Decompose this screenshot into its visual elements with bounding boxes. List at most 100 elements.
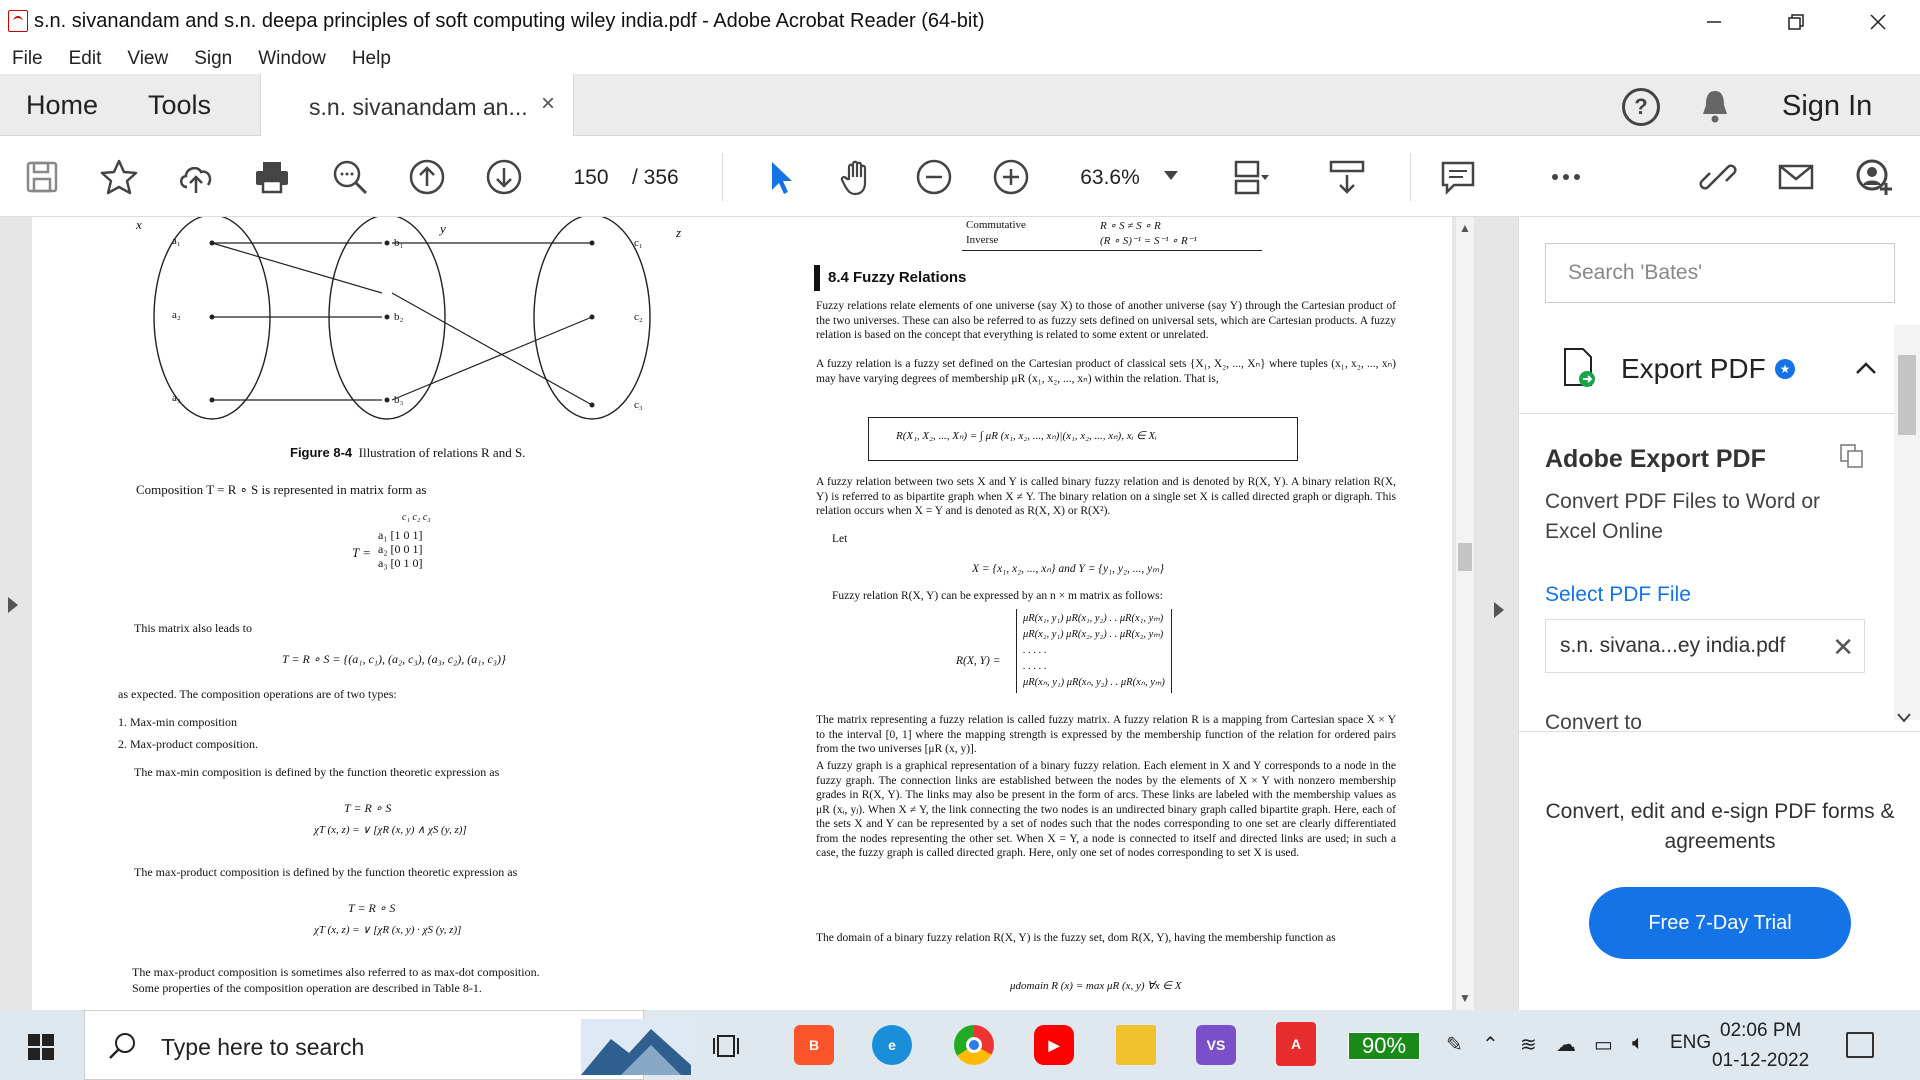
save-button[interactable] — [20, 155, 64, 199]
integral-equation: R(X₁, X₂, ..., Xₙ) = ∫ μR (x₁, x₂, ..., … — [896, 430, 1157, 442]
scroll-mode-button[interactable] — [1325, 155, 1369, 199]
collapse-left-panel-icon[interactable] — [8, 597, 18, 613]
upload-cloud-button[interactable] — [174, 155, 218, 199]
tab-tools[interactable]: Tools — [148, 90, 211, 121]
zoom-out-button[interactable] — [912, 155, 956, 199]
clock-time[interactable]: 02:06 PM — [1720, 1020, 1801, 1042]
scroll-down-icon[interactable]: ▼ — [1459, 991, 1471, 1005]
wifi-icon[interactable]: ≋ — [1520, 1032, 1537, 1057]
bell-icon[interactable] — [1698, 88, 1732, 124]
close-window-button[interactable] — [1844, 0, 1912, 44]
menu-help[interactable]: Help — [352, 48, 391, 70]
remove-file-icon[interactable]: ✕ — [1832, 632, 1854, 663]
menu-view[interactable]: View — [127, 48, 168, 70]
matrix-row: a₁ [1 0 1] — [378, 528, 423, 542]
panel-scrollbar-thumb[interactable] — [1898, 355, 1916, 435]
list-item: 2. Max-product composition. — [118, 737, 258, 751]
close-tab-button[interactable]: × — [541, 90, 555, 118]
onedrive-cloud-icon[interactable]: ☁ — [1556, 1032, 1576, 1057]
taskbar-search-box[interactable]: Type here to search — [84, 1010, 691, 1080]
hand-tool-button[interactable] — [835, 155, 879, 199]
file-explorer-icon[interactable] — [1116, 1025, 1156, 1065]
more-tools-button[interactable] — [1544, 155, 1588, 199]
menu-file[interactable]: File — [12, 48, 43, 70]
edge-browser-icon[interactable]: e — [872, 1025, 912, 1065]
brave-browser-icon[interactable]: B — [794, 1025, 834, 1065]
minimize-button[interactable] — [1680, 0, 1748, 44]
notifications-icon[interactable] — [1846, 1032, 1874, 1058]
maxdot-text-2: Some properties of the composition opera… — [132, 981, 482, 995]
zoom-level-select[interactable]: 63.6% — [1070, 163, 1150, 193]
search-input[interactable]: Search 'Bates' — [1545, 243, 1895, 303]
node-label-b2: b₂ — [394, 311, 404, 323]
zoom-in-button[interactable] — [989, 155, 1033, 199]
fuzzy-matrix: μR(x₁, y₁) μR(x₁, y₂) . . μR(x₁, yₘ) μR(… — [1016, 609, 1172, 693]
node-label-c1: c₁ — [634, 237, 643, 249]
windows-start-button[interactable] — [28, 1034, 54, 1060]
clock-date[interactable]: 01-12-2022 — [1712, 1050, 1809, 1072]
next-page-button[interactable] — [482, 155, 526, 199]
page-number-input[interactable]: 150 — [562, 163, 620, 193]
display-icon[interactable]: ▭ — [1594, 1032, 1613, 1057]
restore-button[interactable] — [1762, 0, 1830, 44]
select-pdf-file-link[interactable]: Select PDF File — [1545, 583, 1691, 607]
chevron-down-icon[interactable] — [1897, 713, 1911, 723]
menu-edit[interactable]: Edit — [69, 48, 102, 70]
chrome-browser-icon[interactable] — [954, 1025, 994, 1065]
arrow-down-circle-icon — [486, 159, 522, 195]
paragraph: A fuzzy graph is a graphical representat… — [816, 760, 1396, 859]
acrobat-reader-icon[interactable]: A — [1276, 1022, 1316, 1066]
add-user-button[interactable] — [1852, 155, 1896, 199]
language-indicator[interactable]: ENG — [1670, 1032, 1711, 1054]
panel-scrollbar[interactable] — [1894, 325, 1920, 720]
chevron-down-icon[interactable] — [1164, 171, 1178, 181]
print-button[interactable] — [250, 155, 294, 199]
find-zoom-button[interactable] — [328, 155, 372, 199]
list-item: 1. Max-min composition — [118, 715, 237, 729]
volume-icon[interactable]: 🔈︎ — [1632, 1032, 1644, 1055]
visual-studio-icon[interactable]: VS — [1196, 1025, 1236, 1065]
chevron-up-tray-icon[interactable]: ⌃ — [1482, 1032, 1499, 1057]
window-title: s.n. sivanandam and s.n. deepa principle… — [34, 10, 985, 32]
scrollbar-thumb[interactable] — [1458, 543, 1472, 571]
composition-text: Composition T = R ∘ S is represented in … — [136, 482, 427, 497]
menu-window[interactable]: Window — [258, 48, 326, 70]
pdf-page: x y z a₁ a₂ a₃ b₁ b₂ b₃ c₁ c₂ c₃ Figure … — [32, 217, 1452, 1010]
export-options-icon[interactable] — [1839, 443, 1865, 469]
share-link-button[interactable] — [1696, 155, 1740, 199]
sets-equation: X = {x₁, x₂, ..., xₙ} and Y = {y₁, y₂, .… — [972, 563, 1164, 575]
scroll-up-icon[interactable]: ▲ — [1459, 221, 1471, 235]
link-icon — [1699, 164, 1737, 190]
bookmark-button[interactable] — [97, 155, 141, 199]
fit-page-button[interactable] — [1228, 155, 1272, 199]
tab-home[interactable]: Home — [26, 90, 98, 121]
task-view-icon[interactable] — [712, 1032, 742, 1060]
pen-icon[interactable]: ✎ — [1446, 1032, 1463, 1057]
adobe-export-title: Adobe Export PDF — [1545, 445, 1766, 473]
node-label-c2: c₂ — [634, 311, 643, 323]
help-icon[interactable]: ? — [1622, 88, 1660, 126]
expand-right-panel-icon[interactable] — [1494, 602, 1504, 618]
comment-icon — [1441, 161, 1475, 196]
sign-in-button[interactable]: Sign In — [1782, 90, 1872, 123]
document-viewport[interactable]: x y z a₁ a₂ a₃ b₁ b₂ b₃ c₁ c₂ c₃ Figure … — [0, 217, 1518, 1010]
composition-set-eq: T = R ∘ S = {(a₁, c₁), (a₂, c₃), (a₃, c₂… — [282, 652, 506, 666]
export-pdf-header[interactable]: Export PDF ★ — [1561, 345, 1881, 405]
restore-icon — [1788, 14, 1804, 30]
select-tool-button[interactable] — [758, 155, 802, 199]
previous-page-button[interactable] — [405, 155, 449, 199]
selected-file-field[interactable]: s.n. sivana...ey india.pdf ✕ — [1545, 619, 1865, 673]
document-scrollbar[interactable]: ▲ ▼ — [1456, 217, 1474, 1010]
magnifier-icon — [333, 160, 368, 195]
email-button[interactable] — [1774, 155, 1818, 199]
paragraph: The domain of a binary fuzzy relation R(… — [816, 932, 1336, 944]
tab-document[interactable]: s.n. sivanandam an... × — [260, 74, 574, 136]
comment-button[interactable] — [1436, 155, 1480, 199]
battery-indicator[interactable]: 90% — [1348, 1032, 1420, 1060]
youtube-icon[interactable]: ▶ — [1034, 1025, 1074, 1065]
chevron-up-icon[interactable] — [1855, 361, 1877, 375]
paragraph: The matrix representing a fuzzy relation… — [816, 714, 1396, 755]
plus-circle-icon — [993, 159, 1029, 195]
free-trial-button[interactable]: Free 7-Day Trial — [1589, 887, 1851, 959]
menu-sign[interactable]: Sign — [194, 48, 232, 70]
